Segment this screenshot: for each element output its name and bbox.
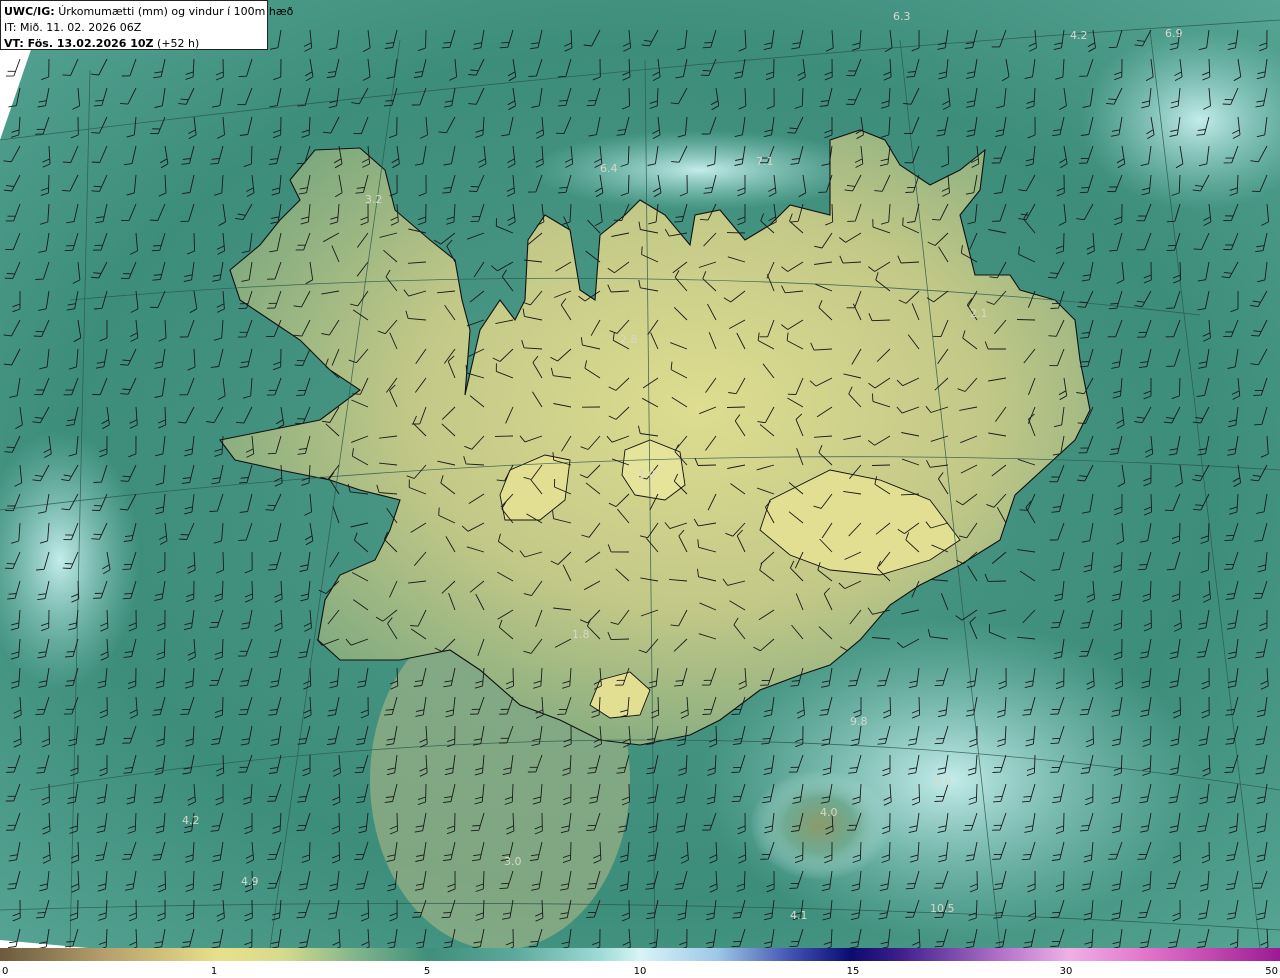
map-label: 3.0 — [504, 855, 522, 868]
map-label: 4.2 — [182, 814, 200, 827]
map-label: 7.1 — [756, 155, 774, 168]
colorbar: 0 1 5 10 15 30 50 — [0, 948, 1280, 978]
map-label: 4.2 — [1070, 29, 1088, 42]
wind-barb — [726, 406, 746, 408]
lead-time: (+52 h) — [157, 37, 200, 50]
map-label: 2.1 — [970, 307, 988, 320]
map-info-box: UWC/IG: Úrkomumætti (mm) og vindur í 100… — [0, 0, 293, 50]
map-label: 1.8 — [572, 628, 590, 641]
map-label: 9.9 — [934, 775, 952, 788]
map-label: 2.8 — [620, 333, 638, 346]
map-label: 9.8 — [850, 715, 868, 728]
map-label: 4.9 — [241, 875, 259, 888]
colorbar-tick: 0 — [2, 966, 9, 977]
map-label: 6.4 — [600, 162, 618, 175]
colorbar-tick: 30 — [1059, 966, 1073, 977]
colorbar-strip — [0, 948, 1280, 961]
precipitation-map: 6.3 4.2 6.9 6.4 7.1 3.2 2.8 2.1 1.0 1.8 … — [0, 0, 1280, 948]
colorbar-tick: 15 — [846, 966, 860, 977]
wind-barb — [1016, 319, 1036, 321]
colorbar-tick: 50 — [1265, 966, 1278, 977]
map-label: 3.2 — [365, 193, 383, 206]
map-label: 1.0 — [638, 468, 656, 481]
map-title: Úrkomumætti (mm) og vindur í 100m hæð — [58, 5, 294, 18]
valid-time: VT: Fös. 13.02.2026 10Z — [4, 37, 154, 50]
map-label: 4.0 — [820, 806, 838, 819]
colorbar-tick: 5 — [423, 966, 431, 977]
map-label: 4.1 — [790, 909, 808, 922]
init-time: IT: Mið. 11. 02. 2026 06Z — [4, 21, 142, 34]
map-label: 6.3 — [893, 10, 911, 23]
colorbar-tick: 10 — [633, 966, 647, 977]
colorbar-tick: 1 — [210, 966, 218, 977]
product-code: UWC/IG: — [4, 5, 55, 18]
map-label: 6.9 — [1165, 27, 1183, 40]
map-label: 10.5 — [930, 902, 955, 915]
wind-barb — [871, 464, 891, 466]
